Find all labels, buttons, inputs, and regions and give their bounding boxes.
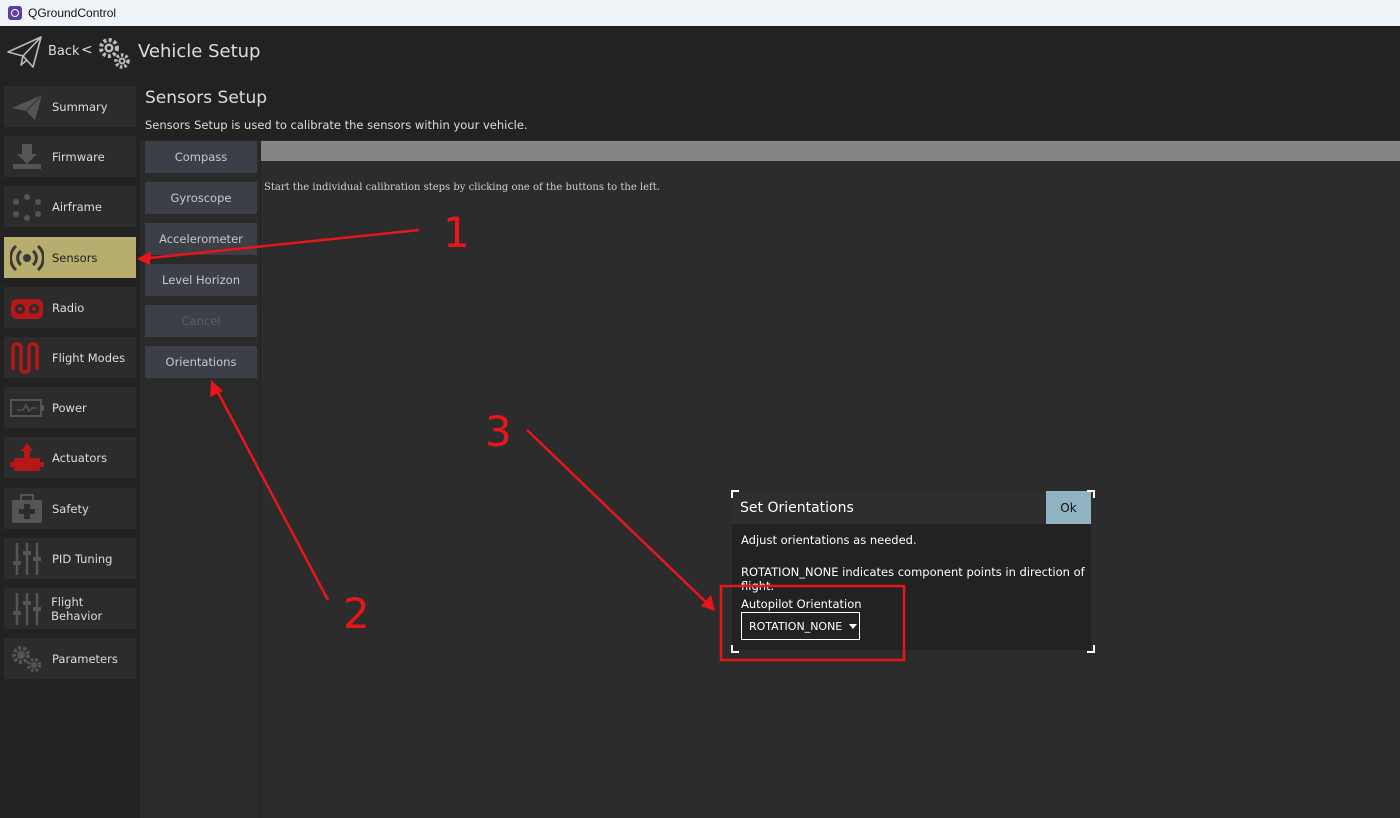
sidebar-item-power[interactable]: Power [4,387,136,428]
sidebar-item-label: Parameters [52,651,118,666]
sidebar-item-label: Safety [52,501,89,516]
sidebar-item-label: Flight Modes [52,350,126,365]
sensors-description: Sensors Setup is used to calibrate the s… [145,118,528,132]
download-icon [8,138,46,176]
sidebar-item-label: Flight Behavior [51,594,103,623]
sidebar-item-label: Radio [52,300,85,315]
back-button[interactable]: Back [48,44,80,59]
dialog-corner-mark [1087,645,1095,653]
sidebar-item-summary[interactable]: Summary [4,86,136,127]
window-titlebar: QGroundControl [0,0,1400,26]
dialog-note: ROTATION_NONE indicates component points… [741,565,1085,593]
battery-icon [8,389,46,427]
flight-modes-icon [8,339,46,377]
sidebar-item-flight-behavior[interactable]: Flight Behavior [4,588,136,629]
calibration-content-area [261,140,1400,818]
sidebar-item-actuators[interactable]: Actuators [4,437,136,478]
sidebar-item-firmware[interactable]: Firmware [4,136,136,177]
sliders-icon [8,540,46,578]
sidebar-item-pid-tuning[interactable]: PID Tuning [4,538,136,579]
accelerometer-button[interactable]: Accelerometer [145,223,257,255]
sidebar-item-safety[interactable]: Safety [4,488,136,529]
paper-plane-icon [8,88,46,126]
gyroscope-button[interactable]: Gyroscope [145,182,257,214]
sidebar-item-label: Airframe [52,199,102,214]
calibration-instructions: Start the individual calibration steps b… [264,182,660,193]
ok-button[interactable]: Ok [1046,491,1091,524]
compass-button[interactable]: Compass [145,141,257,173]
sidebar-item-radio[interactable]: Radio [4,287,136,328]
dialog-title: Set Orientations [740,500,854,516]
gears-icon [99,38,130,69]
sensors-title: Sensors Setup [145,88,268,108]
sidebar-item-label: Sensors [52,250,98,265]
sidebar-item-parameters[interactable]: Parameters [4,638,136,679]
sidebar-item-label: Firmware [52,149,105,164]
dialog-corner-mark [731,645,739,653]
orientations-button[interactable]: Orientations [145,346,257,378]
actuator-icon [8,439,46,477]
autopilot-orientation-select[interactable]: ROTATION_NONE [741,612,860,640]
radio-icon [8,289,46,327]
autopilot-orientation-label: Autopilot Orientation [741,597,862,611]
paper-plane-icon[interactable] [6,34,44,70]
sliders-icon [8,590,45,628]
level-horizon-button[interactable]: Level Horizon [145,264,257,296]
sidebar-item-flight-modes[interactable]: Flight Modes [4,337,136,378]
calibration-progress-bar [261,141,1400,161]
airframe-icon [8,188,46,226]
sidebar-item-label: Summary [52,99,108,114]
dialog-corner-mark [731,490,739,498]
set-orientations-dialog: Set Orientations Ok Adjust orientations … [732,491,1091,650]
sidebar-item-airframe[interactable]: Airframe [4,186,136,227]
sidebar-item-label: PID Tuning [52,551,113,566]
page-title: Vehicle Setup [138,41,261,62]
first-aid-icon [8,490,46,528]
breadcrumb-separator: < [81,42,93,58]
cancel-button: Cancel [145,305,257,337]
selected-orientation: ROTATION_NONE [749,619,843,633]
gears-icon [8,640,46,678]
window-title: QGroundControl [28,6,117,20]
app-logo-icon [8,6,22,20]
top-toolbar: Back < Vehicle Setup [0,26,1400,80]
chevron-down-icon [849,623,858,629]
sensors-icon [8,239,46,277]
dialog-corner-mark [1087,490,1095,498]
sidebar-item-label: Power [52,400,87,415]
sidebar-item-sensors[interactable]: Sensors [4,237,136,278]
sidebar-item-label: Actuators [52,450,108,465]
dialog-instruction: Adjust orientations as needed. [741,533,917,547]
